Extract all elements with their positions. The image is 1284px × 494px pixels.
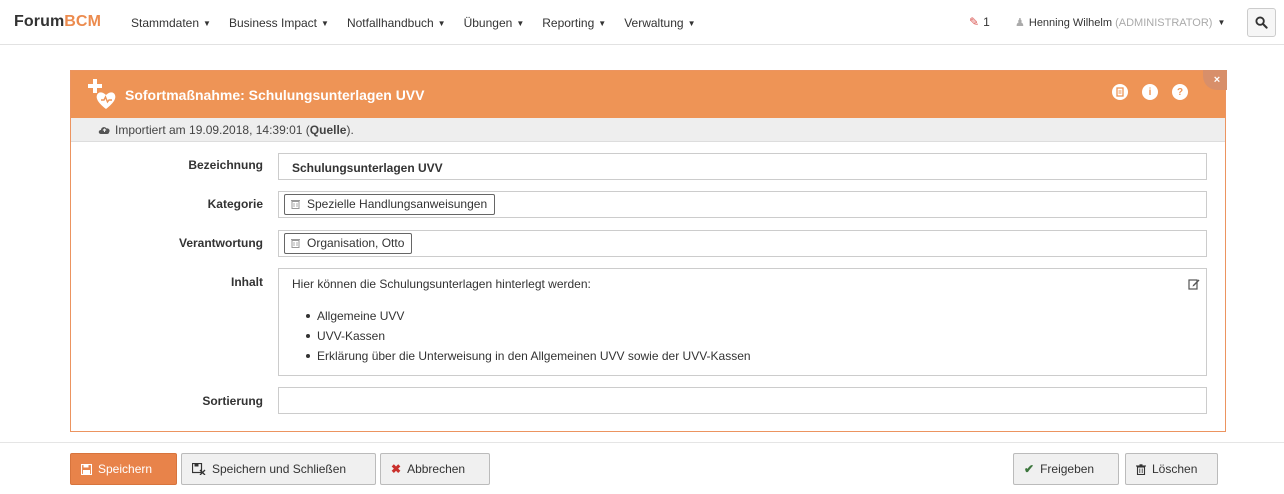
label-bezeichnung: Bezeichnung — [188, 158, 263, 172]
menu-label: Notfallhandbuch — [346, 16, 434, 30]
trash-icon[interactable] — [291, 199, 300, 209]
list-item: Allgemeine UVV — [306, 306, 751, 326]
close-button[interactable]: × — [1203, 70, 1227, 90]
bezeichnung-value: Schulungsunterlagen UVV — [292, 161, 443, 175]
check-icon: ✔ — [1024, 462, 1035, 476]
user-icon: ♟ — [1015, 17, 1025, 29]
list-item: Erklärung über die Unterweisung in den A… — [306, 346, 751, 366]
help-icon: ? — [1176, 86, 1184, 98]
verantwortung-field[interactable]: Organisation, Otto — [278, 230, 1207, 257]
kategorie-tag[interactable]: Spezielle Handlungsanweisungen — [284, 194, 496, 215]
menu-label: Übungen — [463, 16, 513, 30]
bezeichnung-input[interactable]: Schulungsunterlagen UVV — [278, 153, 1207, 180]
brand-logo[interactable]: ForumBCM — [14, 13, 101, 31]
user-role: (ADMINISTRATOR) — [1115, 17, 1213, 29]
floppy-icon — [81, 463, 92, 475]
menu-label: Reporting — [542, 16, 595, 30]
main-menu: Stammdaten ▼ Business Impact ▼ Notfallhand… — [131, 16, 713, 30]
import-text: Importiert am 19.09.2018, 14:39:01 (Quel… — [115, 123, 354, 137]
user-menu[interactable]: ♟ Henning Wilhelm (ADMINISTRATOR) ▼ — [1015, 16, 1225, 29]
delete-button[interactable]: Löschen — [1125, 453, 1218, 485]
trash-icon[interactable] — [291, 238, 300, 248]
import-suffix: ). — [346, 123, 354, 137]
notification-count: 1 — [983, 15, 990, 29]
import-prefix: Importiert am 19.09.2018, 14:39:01 ( — [115, 123, 310, 137]
menu-reporting[interactable]: Reporting ▼ — [542, 16, 606, 30]
top-navbar: ForumBCM Stammdaten ▼ Business Impact ▼ No… — [0, 0, 1284, 45]
caret-down-icon: ▼ — [516, 19, 525, 28]
release-label: Freigeben — [1040, 462, 1095, 476]
release-button[interactable]: ✔ Freigeben — [1013, 453, 1119, 485]
brand-part1: Forum — [14, 13, 65, 30]
inhalt-editor[interactable]: Hier können die Schulungsunterlagen hint… — [278, 268, 1207, 376]
user-name: Henning Wilhelm — [1028, 17, 1113, 29]
kategorie-field[interactable]: Spezielle Handlungsanweisungen — [278, 191, 1207, 218]
close-icon: × — [1213, 74, 1221, 86]
menu-label: Verwaltung — [624, 16, 684, 30]
x-icon: ✖ — [391, 462, 402, 476]
save-close-label: Speichern und Schließen — [212, 462, 347, 476]
save-label: Speichern — [98, 462, 153, 476]
menu-label: Stammdaten — [131, 16, 200, 30]
menu-business-impact[interactable]: Business Impact ▼ — [229, 16, 329, 30]
trash-icon — [1136, 463, 1146, 475]
menu-uebungen[interactable]: Übungen ▼ — [464, 16, 525, 30]
panel-header: Sofortmaßnahme: Schulungsunterlagen UVV … — [71, 70, 1227, 118]
search-button[interactable] — [1247, 8, 1276, 37]
caret-down-icon: ▼ — [321, 19, 329, 28]
caret-down-icon: ▼ — [598, 19, 607, 28]
verantwortung-tag[interactable]: Organisation, Otto — [284, 233, 413, 254]
list-item: UVV-Kassen — [306, 326, 751, 346]
menu-notfallhandbuch[interactable]: Notfallhandbuch ▼ — [347, 16, 446, 30]
label-inhalt: Inhalt — [231, 275, 263, 289]
import-info: Importiert am 19.09.2018, 14:39:01 (Quel… — [71, 118, 1225, 142]
cloud-icon — [98, 118, 111, 142]
help-button[interactable]: ? — [1172, 84, 1188, 100]
kategorie-tag-label: Spezielle Handlungsanweisungen — [307, 197, 488, 211]
notification-indicator[interactable]: ✎ 1 — [969, 15, 990, 29]
label-sortierung: Sortierung — [202, 394, 263, 408]
info-icon: i — [1148, 86, 1152, 98]
label-verantwortung: Verantwortung — [178, 236, 263, 250]
delete-label: Löschen — [1152, 462, 1198, 476]
search-icon — [1255, 16, 1268, 29]
sortierung-input[interactable] — [278, 387, 1207, 414]
save-close-button[interactable]: Speichern und Schließen — [181, 453, 376, 485]
edit-icon[interactable] — [1188, 278, 1200, 290]
inhalt-intro: Hier können die Schulungsunterlagen hint… — [292, 277, 591, 291]
save-button[interactable]: Speichern — [70, 453, 177, 485]
pdf-icon — [1116, 87, 1124, 97]
import-source-link[interactable]: Quelle — [310, 123, 347, 137]
cancel-label: Abbrechen — [407, 462, 466, 476]
menu-label: Business Impact — [228, 16, 318, 30]
brand-part2: BCM — [64, 13, 102, 30]
menu-stammdaten[interactable]: Stammdaten ▼ — [131, 16, 211, 30]
verantwortung-tag-label: Organisation, Otto — [307, 236, 405, 250]
pdf-button[interactable] — [1112, 84, 1128, 100]
menu-verwaltung[interactable]: Verwaltung ▼ — [624, 16, 695, 30]
caret-down-icon: ▼ — [437, 19, 446, 28]
measure-panel: Sofortmaßnahme: Schulungsunterlagen UVV … — [70, 70, 1227, 432]
panel-title: Sofortmaßnahme: Schulungsunterlagen UVV — [125, 87, 425, 103]
cancel-button[interactable]: ✖ Abbrechen — [380, 453, 490, 485]
caret-down-icon: ▼ — [687, 19, 696, 28]
medical-heart-icon — [88, 79, 116, 109]
label-kategorie: Kategorie — [207, 197, 263, 211]
footer-toolbar: Speichern Speichern und Schließen ✖ Abbr… — [0, 442, 1284, 494]
caret-down-icon: ▼ — [203, 19, 211, 28]
info-button[interactable]: i — [1142, 84, 1158, 100]
save-close-icon — [192, 463, 206, 475]
inhalt-list: Allgemeine UVV UVV-Kassen Erklärung über… — [306, 306, 751, 366]
caret-down-icon: ▼ — [1217, 18, 1226, 27]
pencil-icon: ✎ — [969, 15, 980, 29]
